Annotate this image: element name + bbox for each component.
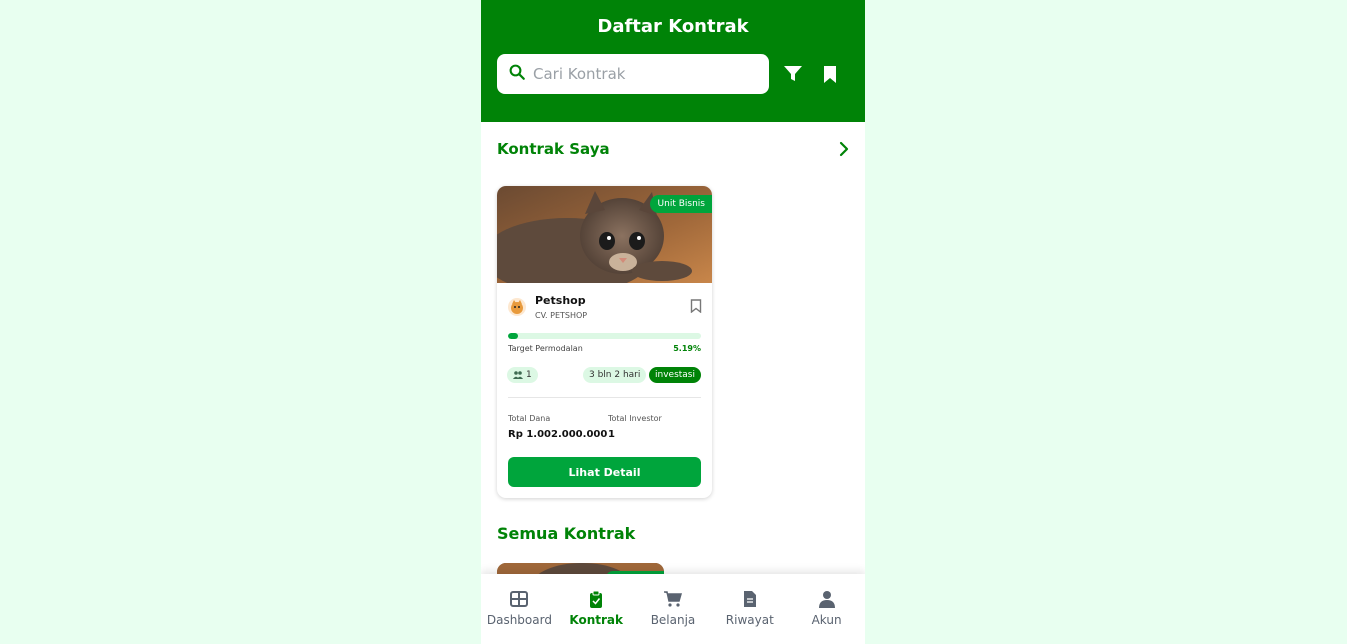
contract-image: Unit Bisnis xyxy=(497,186,712,283)
nav-dashboard[interactable]: Dashboard xyxy=(481,574,558,644)
nav-belanja[interactable]: Belanja xyxy=(635,574,712,644)
nav-label-akun: Akun xyxy=(811,613,842,627)
user-icon xyxy=(818,591,835,608)
funding-progress-bar xyxy=(508,333,701,339)
cart-icon xyxy=(663,591,682,607)
nav-label-kontrak: Kontrak xyxy=(569,613,623,627)
total-investor-label: Total Investor xyxy=(608,414,662,423)
search-input[interactable] xyxy=(533,65,753,83)
bottom-nav: Dashboard Kontrak Belanja Riwayat Akun xyxy=(481,574,865,644)
company-logo xyxy=(508,298,526,316)
funding-progress-fill xyxy=(508,333,519,339)
investor-count-chip: 1 xyxy=(507,367,538,383)
total-dana-value: Rp 1.002.000.000 xyxy=(508,429,608,440)
section-title-my-contracts: Kontrak Saya xyxy=(497,140,610,158)
app-frame: Daftar Kontrak Kontrak Saya xyxy=(481,0,865,644)
view-detail-button[interactable]: Lihat Detail xyxy=(508,457,701,487)
nav-akun[interactable]: Akun xyxy=(788,574,865,644)
total-investor-value: 1 xyxy=(608,429,615,440)
contract-card[interactable]: Unit Bisnis Petshop CV. PETSHOP Target P… xyxy=(497,186,712,498)
filter-icon[interactable] xyxy=(782,63,804,85)
target-label: Target Permodalan xyxy=(508,344,583,353)
unit-badge: Unit Bisnis xyxy=(649,195,712,213)
nav-riwayat[interactable]: Riwayat xyxy=(711,574,788,644)
dashboard-icon xyxy=(510,591,529,607)
section-title-all-contracts: Semua Kontrak xyxy=(497,524,636,543)
nav-label-riwayat: Riwayat xyxy=(725,613,774,627)
card-bookmark-icon[interactable] xyxy=(690,298,702,314)
clipboard-icon xyxy=(590,590,603,608)
company-name: CV. PETSHOP xyxy=(535,311,588,320)
investor-count: 1 xyxy=(526,370,532,380)
total-dana-label: Total Dana xyxy=(508,414,551,423)
users-icon xyxy=(513,371,523,379)
chevron-right-icon[interactable] xyxy=(834,139,854,159)
status-badge: investasi xyxy=(649,367,701,383)
search-icon xyxy=(508,63,526,85)
duration-chip: 3 bln 2 hari xyxy=(583,367,647,383)
header: Daftar Kontrak xyxy=(481,0,865,122)
contract-name: Petshop xyxy=(535,294,586,307)
search-box[interactable] xyxy=(497,54,769,94)
target-percent: 5.19% xyxy=(673,344,701,353)
nav-label-belanja: Belanja xyxy=(650,613,696,627)
nav-kontrak[interactable]: Kontrak xyxy=(558,574,635,644)
page-title: Daftar Kontrak xyxy=(597,16,749,37)
nav-label-dashboard: Dashboard xyxy=(486,613,552,627)
bookmark-icon[interactable] xyxy=(819,63,841,85)
document-icon xyxy=(743,591,756,607)
divider xyxy=(508,397,701,398)
